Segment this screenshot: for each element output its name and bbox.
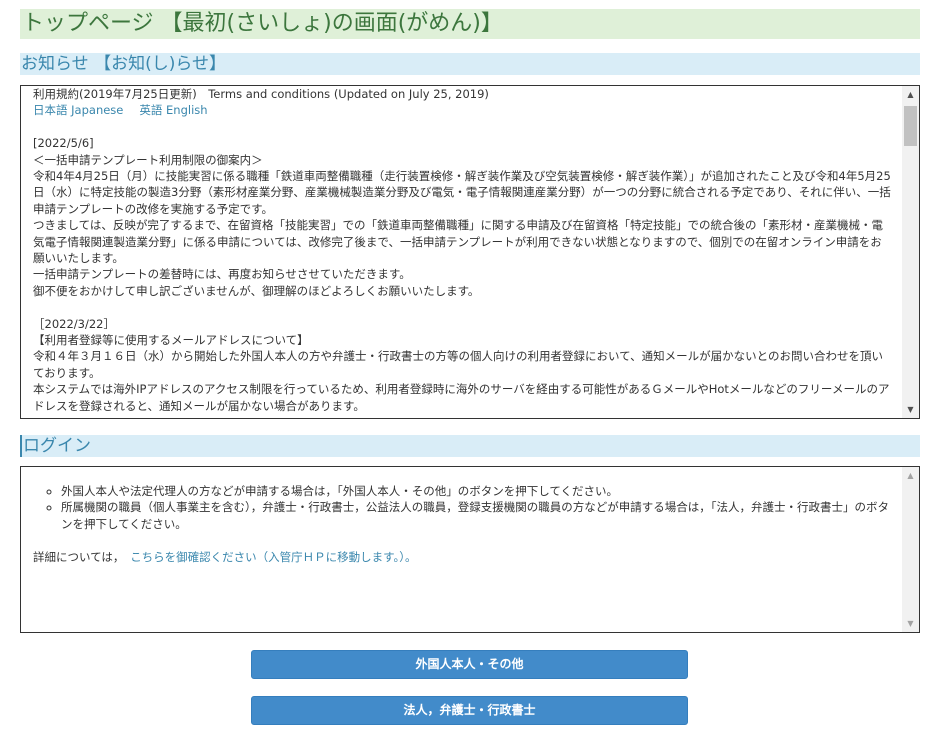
news-item-paragraph: つきましては、反映が完了するまで、在留資格「技能実習」での「鉄道車両整備職種」に… xyxy=(33,218,883,266)
details-prefix: 詳細については， xyxy=(33,549,119,564)
login-panel[interactable]: 外国人本人や法定代理人の方などが申請する場合は，「外国人本人・その他」のボタンを… xyxy=(20,466,920,633)
login-scrollbar[interactable]: ▲ ▼ xyxy=(902,467,919,632)
login-heading: ログイン xyxy=(20,435,920,457)
terms-line: 利用規約(2019年7月25日更新) Terms and conditions … xyxy=(33,87,489,101)
news-item-paragraph: 令和４年３月１６日（水）から開始した外国人本人の方や弁護士・行政書士の方等の個人… xyxy=(33,349,883,380)
details-line: 詳細については， こちらを御確認ください（入管庁ＨＰに移動します。）。 xyxy=(33,549,892,565)
news-panel[interactable]: 利用規約(2019年7月25日更新) Terms and conditions … xyxy=(20,85,920,419)
foreign-national-button[interactable]: 外国人本人・その他 xyxy=(251,650,688,679)
news-content: 利用規約(2019年7月25日更新) Terms and conditions … xyxy=(21,86,902,418)
triangle-up-icon[interactable]: ▲ xyxy=(902,86,919,103)
news-item-paragraph: 一括申請テンプレートの差替時には、再度お知らせさせていただきます。 xyxy=(33,267,411,282)
news-item-date: ［2022/3/22］ xyxy=(33,316,115,331)
news-scroll-thumb[interactable] xyxy=(904,106,917,146)
english-terms-link[interactable]: 英語 English xyxy=(139,103,207,117)
triangle-up-icon[interactable]: ▲ xyxy=(902,467,919,484)
news-item-title: 【利用者登録等に使用するメールアドレスについて】 xyxy=(33,333,309,348)
news-item-paragraph: 令和4年4月25日（月）に技能実習に係る職種「鉄道車両整備職種（走行装置検修・解… xyxy=(33,169,891,216)
news-item-title: ＜一括申請テンプレート利用制限の御案内＞ xyxy=(33,152,263,167)
japanese-terms-link[interactable]: 日本語 Japanese xyxy=(33,103,123,117)
news-heading: お知らせ 【お知(し)らせ】 xyxy=(20,53,920,75)
news-item-paragraph: 御不便をおかけして申し訳ございませんが、御理解のほどよろしくお願いいたします。 xyxy=(33,283,480,298)
list-item: 外国人本人や法定代理人の方などが申請する場合は，「外国人本人・その他」のボタンを… xyxy=(61,483,892,499)
corporation-lawyer-button[interactable]: 法人，弁護士・行政書士 xyxy=(251,696,688,725)
news-item-paragraph: 本システムでは海外IPアドレスのアクセス制限を行っているため、利用者登録時に海外… xyxy=(33,382,890,413)
triangle-down-icon[interactable]: ▼ xyxy=(902,615,919,632)
triangle-down-icon[interactable]: ▼ xyxy=(902,401,919,418)
page-title: トップページ 【最初(さいしょ)の画面(がめん)】 xyxy=(20,9,920,39)
list-item: 所属機関の職員（個人事業主を含む），弁護士・行政書士，公益法人の職員，登録支援機… xyxy=(61,499,892,532)
login-content: 外国人本人や法定代理人の方などが申請する場合は，「外国人本人・その他」のボタンを… xyxy=(21,467,902,632)
news-item-date: [2022/5/6] xyxy=(33,136,94,151)
login-instructions: 外国人本人や法定代理人の方などが申請する場合は，「外国人本人・その他」のボタンを… xyxy=(33,483,892,532)
language-links: 日本語 Japanese 英語 English xyxy=(33,102,892,118)
news-scrollbar[interactable]: ▲ ▼ xyxy=(902,86,919,418)
details-link[interactable]: こちらを御確認ください（入管庁ＨＰに移動します。）。 xyxy=(130,550,416,564)
